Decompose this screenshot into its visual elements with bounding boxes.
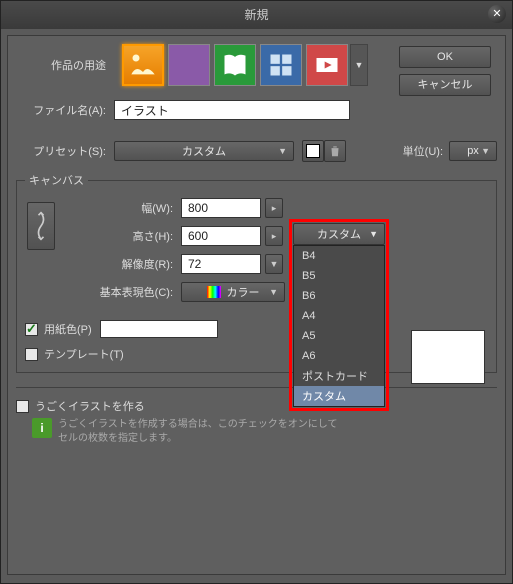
size-option-A6[interactable]: A6: [294, 346, 384, 366]
preset-label: プリセット(S):: [16, 143, 106, 159]
purpose-comic-icon[interactable]: [168, 44, 210, 86]
size-option-ポストカード[interactable]: ポストカード: [294, 366, 384, 386]
size-preset-dropdown: カスタム▼ B4B5B6A4A5A6ポストカードカスタム: [293, 223, 385, 407]
preset-select[interactable]: カスタム▼: [114, 141, 294, 161]
purpose-animation-icon[interactable]: [306, 44, 348, 86]
dialog-title: 新規: [244, 8, 268, 22]
filename-label: ファイル名(A):: [16, 102, 106, 118]
animation-note: うごくイラストを作成する場合は、このチェックをオンにして セルの枚数を指定します…: [58, 418, 338, 446]
animation-checkbox[interactable]: [16, 400, 29, 413]
orientation-button[interactable]: [27, 202, 55, 250]
purpose-label: 作品の用途: [16, 57, 106, 73]
resolution-stepper[interactable]: ▼: [265, 254, 283, 274]
size-option-カスタム[interactable]: カスタム: [294, 386, 384, 406]
size-option-B4[interactable]: B4: [294, 246, 384, 266]
width-input[interactable]: [181, 198, 261, 218]
paper-color-label: 用紙色(P): [44, 321, 92, 337]
ok-button[interactable]: OK: [399, 46, 491, 68]
info-icon: i: [32, 418, 52, 438]
paper-color-checkbox[interactable]: [25, 323, 38, 336]
resolution-label: 解像度(R):: [73, 256, 173, 272]
resolution-input[interactable]: [181, 254, 261, 274]
color-swatch-icon: [207, 286, 221, 298]
size-option-A5[interactable]: A5: [294, 326, 384, 346]
unit-select[interactable]: px▼: [449, 141, 497, 161]
close-button[interactable]: ✕: [488, 5, 506, 23]
size-option-B5[interactable]: B5: [294, 266, 384, 286]
size-option-B6[interactable]: B6: [294, 286, 384, 306]
size-preset-select[interactable]: カスタム▼: [293, 223, 385, 245]
purpose-print-icon[interactable]: [260, 44, 302, 86]
height-label: 高さ(H):: [73, 228, 173, 244]
template-checkbox[interactable]: [25, 348, 38, 361]
new-document-dialog: 新規 ✕ OK キャンセル 作品の用途: [0, 0, 513, 584]
purpose-book-icon[interactable]: [214, 44, 256, 86]
height-input[interactable]: [181, 226, 261, 246]
color-mode-select[interactable]: カラー▼: [181, 282, 285, 302]
canvas-legend: キャンバス: [25, 172, 88, 188]
canvas-preview: [411, 330, 485, 384]
width-label: 幅(W):: [73, 200, 173, 216]
cancel-button[interactable]: キャンセル: [399, 74, 491, 96]
purpose-illustration-icon[interactable]: [122, 44, 164, 86]
purpose-more-button[interactable]: ▼: [350, 44, 368, 86]
base-color-label: 基本表現色(C):: [73, 284, 173, 300]
save-preset-button[interactable]: [302, 140, 324, 162]
template-label: テンプレート(T): [44, 346, 124, 362]
animation-label: うごくイラストを作る: [35, 398, 145, 414]
paper-color-swatch[interactable]: [100, 320, 218, 338]
size-option-A4[interactable]: A4: [294, 306, 384, 326]
filename-input[interactable]: [114, 100, 350, 120]
width-stepper[interactable]: ▸: [265, 198, 283, 218]
titlebar: 新規 ✕: [1, 1, 512, 29]
delete-preset-button[interactable]: [324, 140, 346, 162]
unit-label: 単位(U):: [403, 143, 443, 159]
height-stepper[interactable]: ▸: [265, 226, 283, 246]
